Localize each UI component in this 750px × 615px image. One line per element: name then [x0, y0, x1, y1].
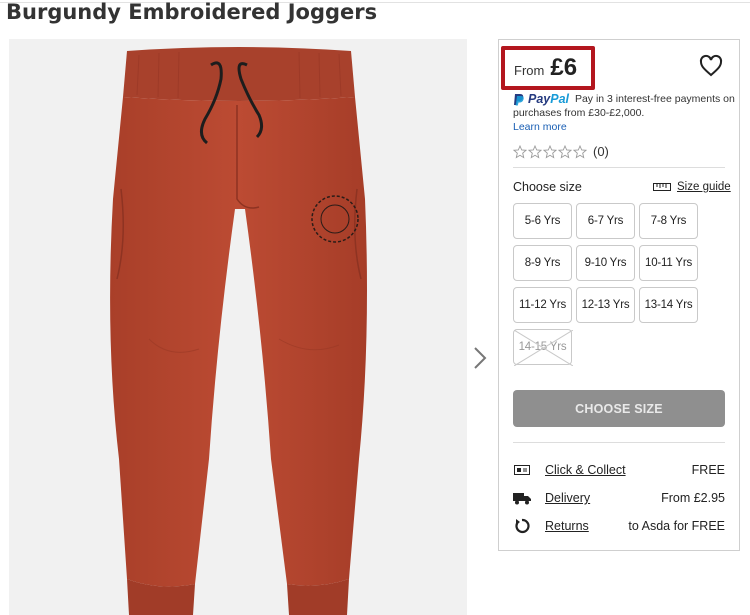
purchase-panel: From £6 Pay Pal Pay in 3 interest-free pa… [498, 39, 740, 551]
size-option[interactable]: 10-11 Yrs [639, 245, 698, 281]
click-collect-value: FREE [691, 463, 725, 477]
size-label: 11-12 Yrs [519, 299, 566, 311]
paypal-p-icon [514, 93, 524, 106]
rating-stars [513, 144, 587, 159]
click-collect-row: Click & Collect FREE [513, 460, 725, 480]
returns-row: Returns to Asda for FREE [513, 516, 725, 536]
paypal-logo: Pay Pal [513, 92, 569, 106]
rating[interactable]: (0) [513, 144, 609, 159]
star-empty-icon [558, 144, 572, 159]
size-option[interactable]: 8-9 Yrs [513, 245, 572, 281]
price-prefix: From [514, 62, 545, 78]
size-option[interactable]: 13-14 Yrs [639, 287, 698, 323]
size-option[interactable]: 9-10 Yrs [576, 245, 635, 281]
returns-link[interactable]: Returns [545, 519, 589, 533]
unavailable-cross-icon [514, 330, 573, 366]
paypal-logo-a: Pay [528, 92, 551, 107]
size-label: 8-9 Yrs [524, 257, 561, 269]
size-label: 7-8 Yrs [650, 215, 687, 227]
delivery-row: Delivery From £2.95 [513, 488, 725, 508]
learn-more-link[interactable]: Learn more [513, 121, 567, 133]
heart-outline-icon [699, 54, 723, 77]
size-option[interactable]: 12-13 Yrs [576, 287, 635, 323]
divider [513, 442, 725, 443]
joggers-illustration [110, 47, 367, 615]
choose-size-button[interactable]: CHOOSE SIZE [513, 390, 725, 427]
product-image[interactable] [9, 39, 467, 615]
size-label: 10-11 Yrs [645, 257, 692, 269]
size-option[interactable]: 6-7 Yrs [576, 203, 635, 239]
rating-count: (0) [593, 144, 609, 159]
size-label: 6-7 Yrs [587, 215, 624, 227]
store-collect-icon [513, 461, 531, 479]
price-highlight: From £6 [501, 46, 595, 90]
size-label: 13-14 Yrs [644, 299, 693, 311]
size-label: 12-13 Yrs [581, 299, 630, 311]
star-empty-icon [543, 144, 557, 159]
choose-size-label: Choose size [513, 180, 582, 194]
star-empty-icon [528, 144, 542, 159]
paypal-message: Pay Pal Pay in 3 interest-free payments o… [513, 92, 735, 134]
chevron-right-icon [474, 347, 487, 369]
divider [513, 167, 725, 168]
truck-icon [513, 489, 531, 507]
next-image-button[interactable] [472, 344, 490, 374]
size-option[interactable]: 5-6 Yrs [513, 203, 572, 239]
ruler-icon [653, 183, 671, 191]
size-option[interactable]: 7-8 Yrs [639, 203, 698, 239]
size-option[interactable]: 11-12 Yrs [513, 287, 572, 323]
size-guide-link[interactable]: Size guide [653, 181, 731, 193]
returns-value: to Asda for FREE [628, 519, 725, 533]
return-arrow-icon [513, 517, 531, 535]
page-title: Burgundy Embroidered Joggers [6, 0, 378, 24]
delivery-value: From £2.95 [661, 491, 725, 505]
size-guide-label: Size guide [677, 181, 731, 193]
size-label: 9-10 Yrs [584, 257, 627, 269]
delivery-link[interactable]: Delivery [545, 491, 590, 505]
click-collect-link[interactable]: Click & Collect [545, 463, 626, 477]
star-empty-icon [573, 144, 587, 159]
size-label: 5-6 Yrs [524, 215, 561, 227]
size-option-unavailable[interactable]: 14-15 Yrs [513, 329, 573, 366]
wishlist-button[interactable] [699, 54, 723, 78]
price-value: £6 [550, 54, 578, 81]
paypal-logo-b: Pal [550, 92, 570, 107]
star-empty-icon [513, 144, 527, 159]
